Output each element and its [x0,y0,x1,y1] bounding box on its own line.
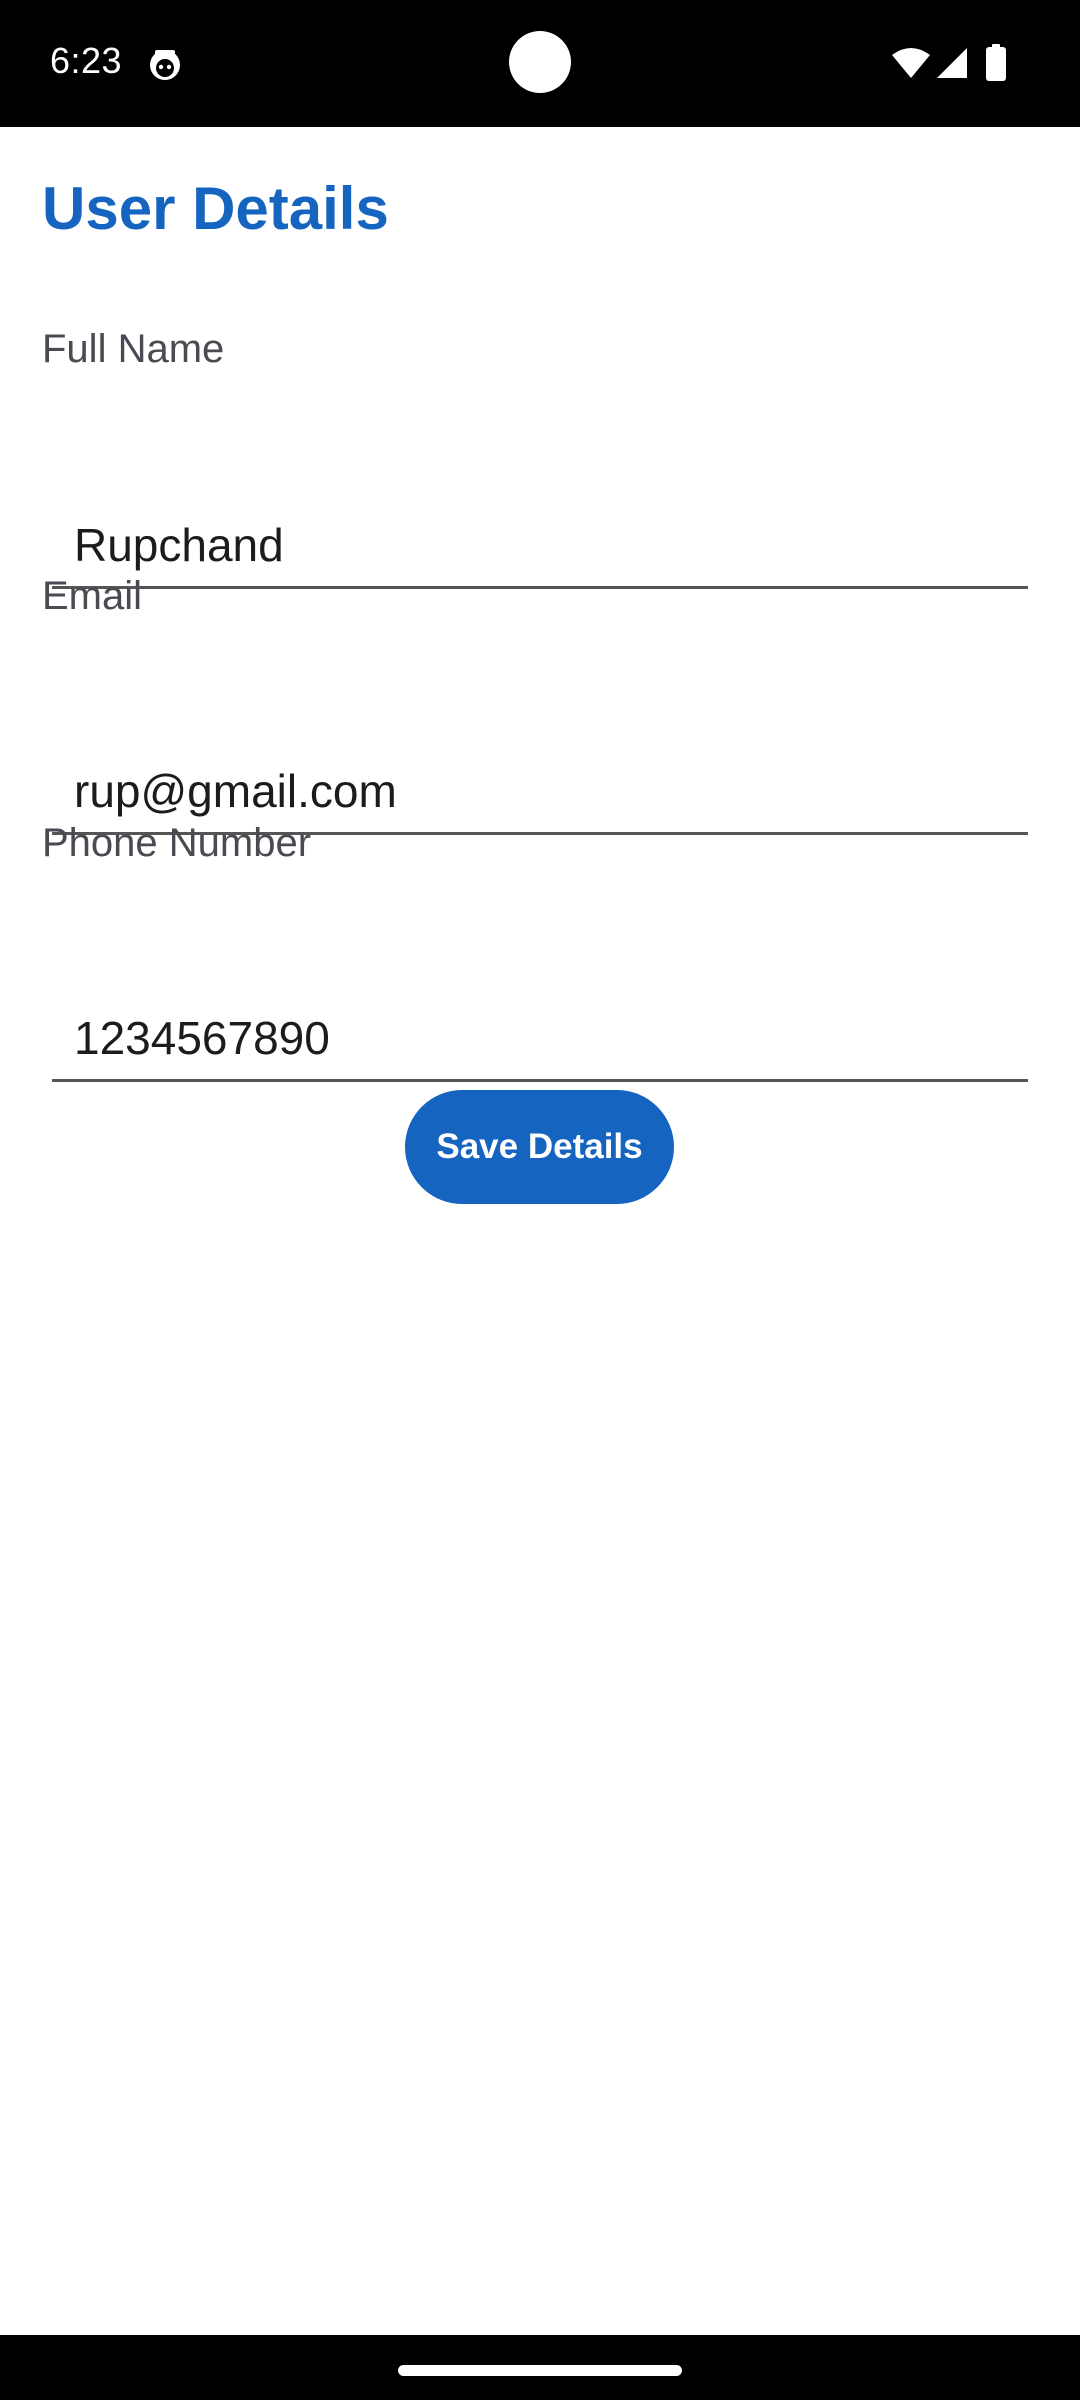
phone-number-label: Phone Number [42,821,312,865]
save-details-button[interactable]: Save Details [405,1090,674,1204]
battery-icon [986,44,1006,81]
full-name-label: Full Name [42,327,225,371]
status-bar: 6:23 [0,0,1080,127]
page-title: User Details [42,175,389,242]
wifi-icon [891,47,931,79]
navigation-bar [0,2335,1080,2400]
camera-cutout [509,31,571,93]
status-time: 6:23 [50,40,123,81]
user-details-screen: User Details Full Name Email Phone Numbe… [0,127,1080,2335]
cell-signal-icon [936,47,968,79]
email-label: Email [42,574,143,618]
phone-number-input[interactable] [52,996,1028,1082]
phone-screen: 6:23 User Details Full Name Rupchand Ema… [0,0,1080,2400]
full-name-input[interactable] [52,503,1028,589]
home-indicator[interactable] [398,2365,682,2376]
app-notification-icon [148,47,182,81]
